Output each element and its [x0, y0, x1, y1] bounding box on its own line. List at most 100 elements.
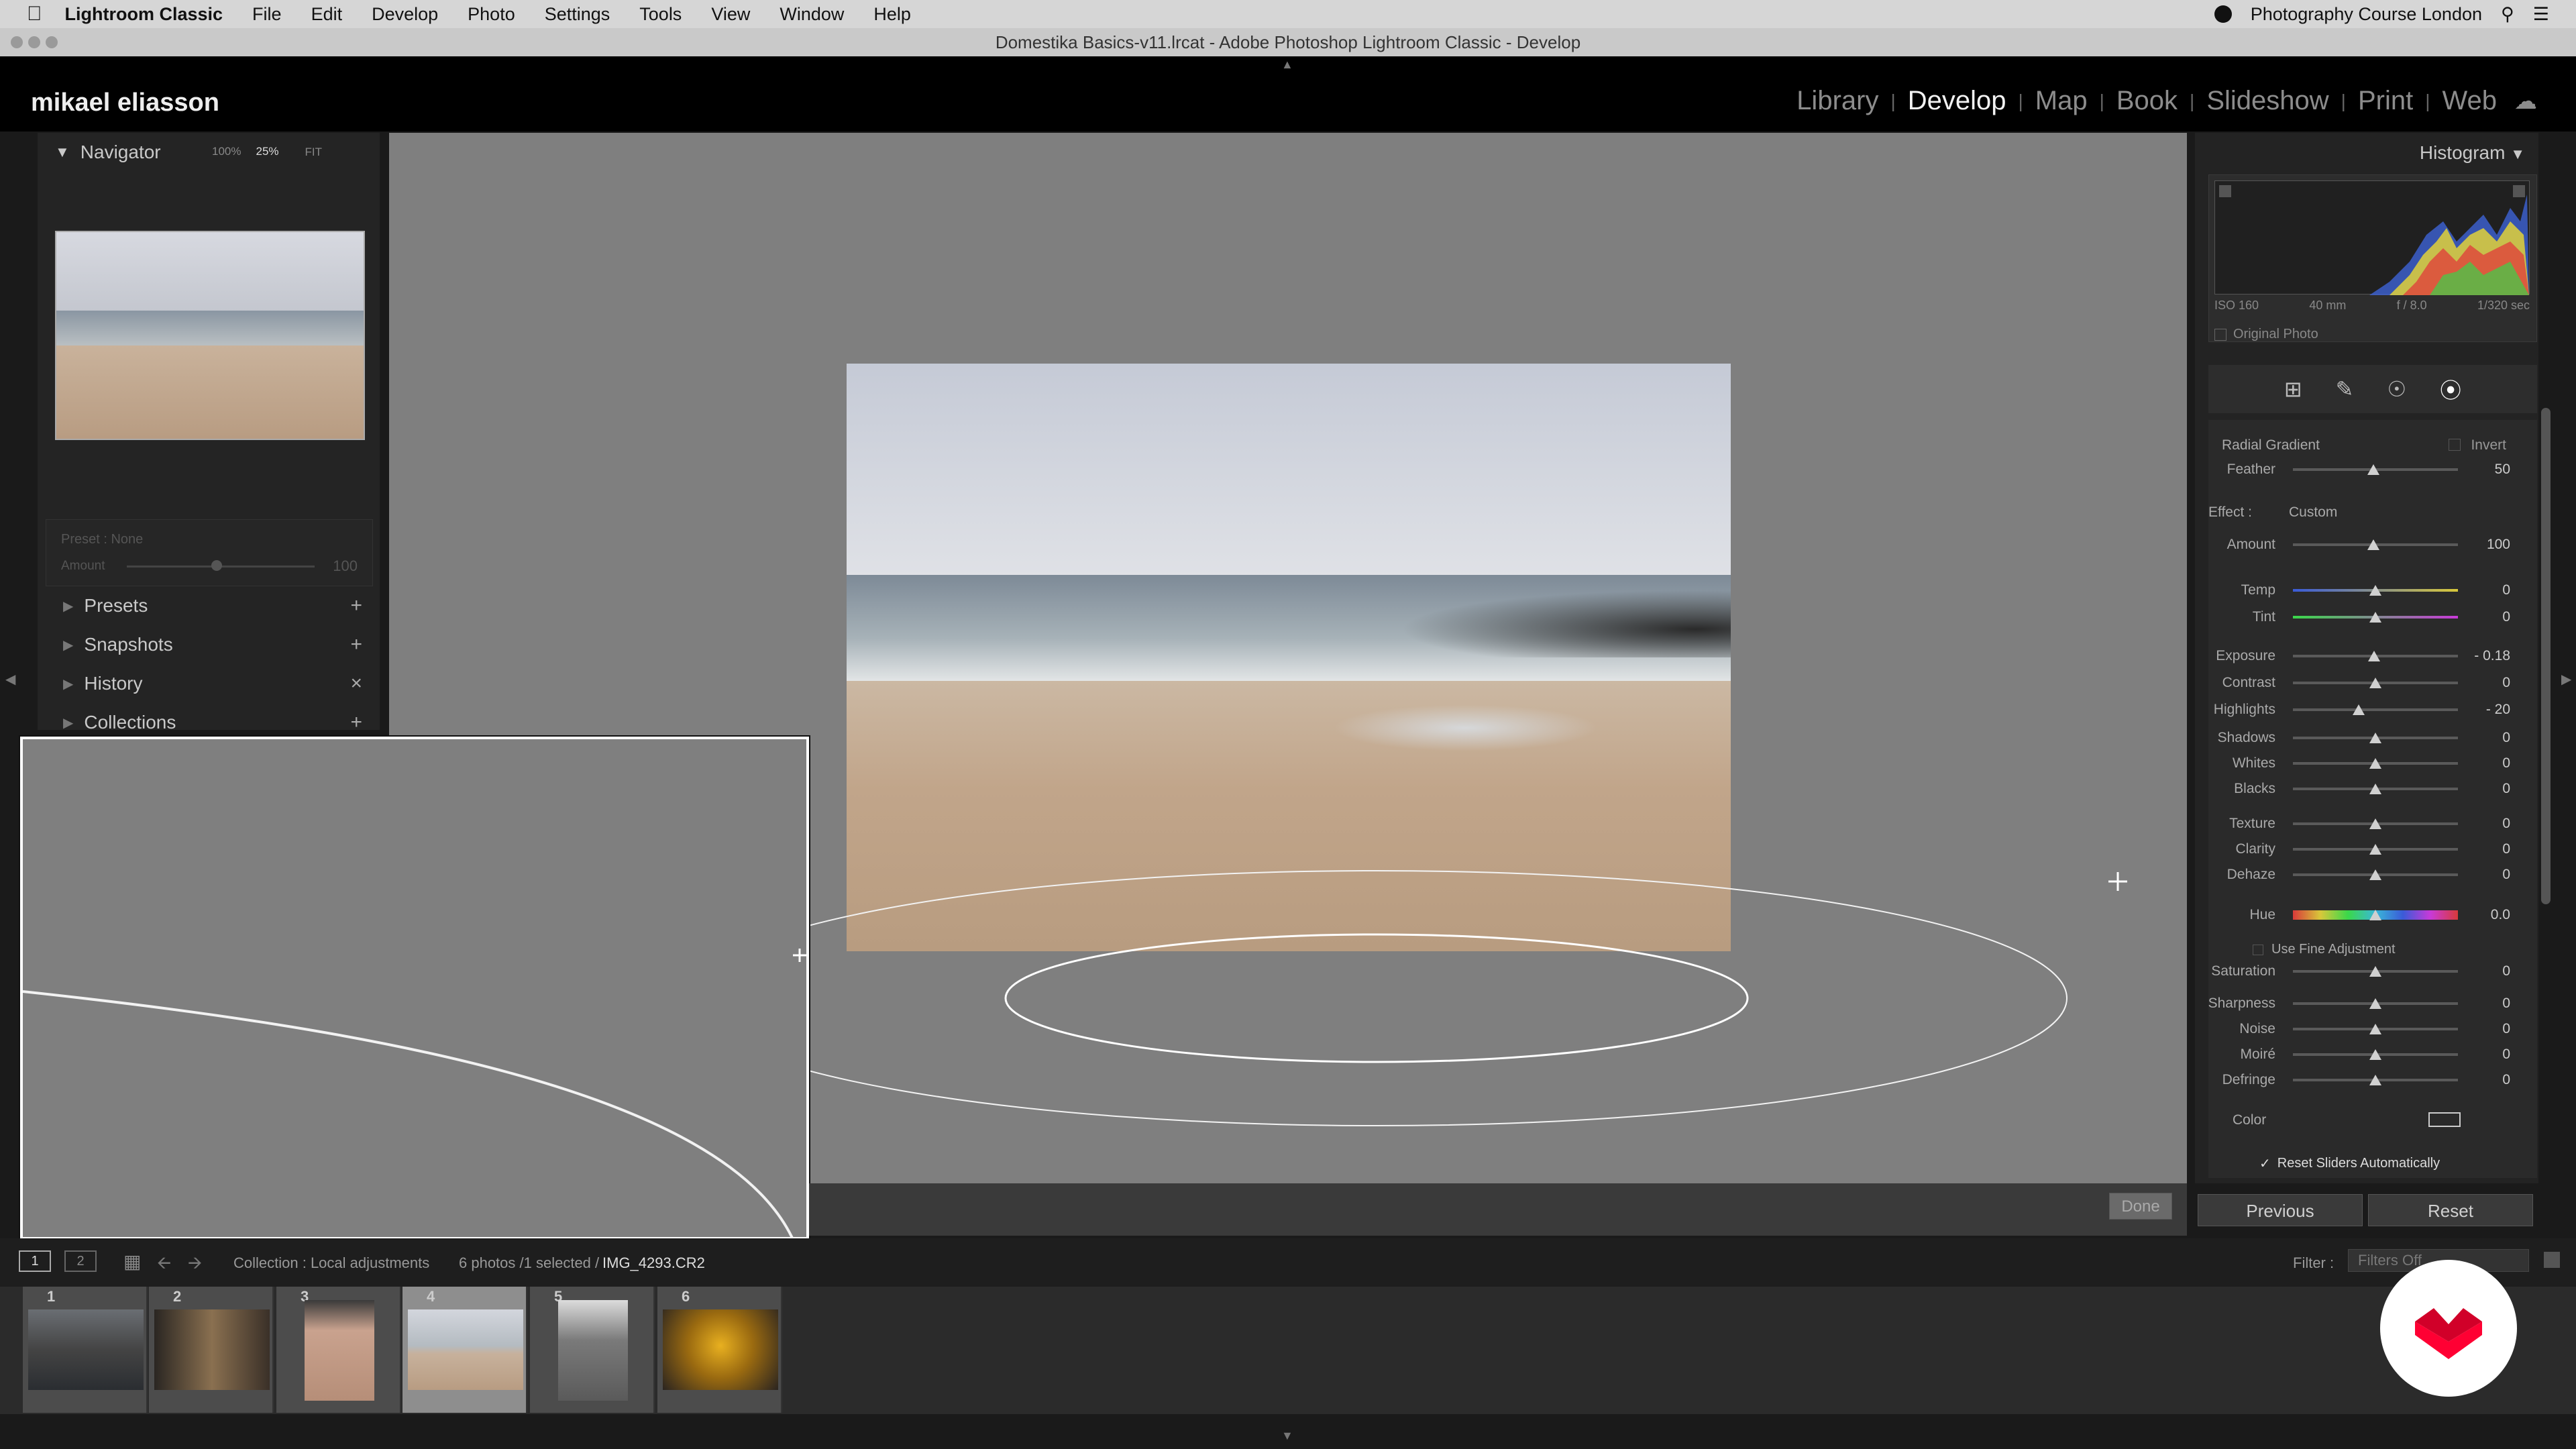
menu-tools[interactable]: Tools	[639, 4, 682, 25]
feather-slider[interactable]: Feather 50	[2195, 456, 2538, 482]
search-icon[interactable]: ⚲	[2501, 4, 2514, 25]
hue-slider[interactable]: Hue 0.0	[2195, 902, 2538, 927]
module-book[interactable]: Book	[2116, 86, 2178, 116]
slider-thumb[interactable]	[2369, 844, 2381, 855]
whites-value[interactable]: 0	[2502, 755, 2510, 771]
color-swatch[interactable]	[2428, 1112, 2461, 1127]
slider-thumb[interactable]	[2369, 869, 2381, 880]
slider-track[interactable]	[2293, 708, 2458, 711]
filter-lock-icon[interactable]	[2544, 1252, 2560, 1268]
menu-view[interactable]: View	[711, 4, 750, 25]
amount-value[interactable]: 100	[2487, 537, 2510, 553]
secondary-window-button[interactable]: 2	[64, 1250, 97, 1272]
slider-thumb[interactable]	[2367, 651, 2380, 661]
zoom-25[interactable]: 25%	[256, 145, 278, 158]
slider-thumb[interactable]	[2367, 539, 2379, 550]
add-collection-icon[interactable]: +	[350, 711, 362, 734]
done-button[interactable]: Done	[2109, 1193, 2172, 1220]
slider-thumb[interactable]	[2369, 678, 2381, 688]
menu-photo[interactable]: Photo	[468, 4, 515, 25]
top-panel-toggle-icon[interactable]: ▲	[1281, 58, 1293, 72]
crosshair-icon[interactable]	[2108, 872, 2127, 891]
texture-value[interactable]: 0	[2502, 816, 2510, 832]
list-icon[interactable]: ☰	[2533, 4, 2549, 25]
apple-icon[interactable]: 	[27, 3, 42, 25]
blacks-slider[interactable]: Blacks 0	[2195, 775, 2538, 801]
slider-thumb[interactable]	[2369, 784, 2381, 794]
slider-thumb[interactable]	[2369, 998, 2381, 1009]
temp-slider[interactable]: Temp 0	[2195, 577, 2538, 602]
sharpness-slider[interactable]: Sharpness 0	[2195, 990, 2538, 1016]
right-panel-toggle-icon[interactable]: ▶	[2561, 671, 2571, 688]
menu-window[interactable]: Window	[780, 4, 844, 25]
filmstrip-thumb[interactable]: 1	[23, 1287, 148, 1413]
menu-file[interactable]: File	[252, 4, 282, 25]
moire-slider[interactable]: Moiré 0	[2195, 1041, 2538, 1067]
filmstrip-thumb[interactable]: 2	[149, 1287, 274, 1413]
checkmark-icon[interactable]: ✓	[2259, 1155, 2271, 1172]
amount-slider[interactable]: Amount 100	[2195, 531, 2538, 557]
slider-thumb[interactable]	[2369, 585, 2381, 596]
noise-value[interactable]: 0	[2502, 1021, 2510, 1037]
hue-value[interactable]: 0.0	[2491, 907, 2510, 923]
back-arrow-icon[interactable]: 🡨	[157, 1250, 171, 1280]
defringe-value[interactable]: 0	[2502, 1072, 2510, 1088]
defringe-slider[interactable]: Defringe 0	[2195, 1067, 2538, 1092]
slider-thumb[interactable]	[2369, 966, 2381, 977]
right-panel-scrollbar[interactable]	[2541, 408, 2551, 904]
slider-thumb[interactable]	[2369, 758, 2381, 769]
bottom-panel-toggle-icon[interactable]: ▼	[1281, 1429, 1293, 1443]
module-map[interactable]: Map	[2035, 86, 2088, 116]
filmstrip-thumb-selected[interactable]: 4	[402, 1287, 527, 1413]
filmstrip-thumb[interactable]: 3	[276, 1287, 401, 1413]
menu-help[interactable]: Help	[873, 4, 911, 25]
clear-history-icon[interactable]: ×	[350, 672, 362, 695]
zoom-window-button[interactable]	[46, 36, 58, 48]
inner-ellipse[interactable]	[1004, 933, 1749, 1063]
blacks-value[interactable]: 0	[2502, 781, 2510, 797]
contrast-value[interactable]: 0	[2502, 675, 2510, 691]
module-print[interactable]: Print	[2358, 86, 2413, 116]
slider-thumb[interactable]	[2367, 464, 2379, 475]
module-slideshow[interactable]: Slideshow	[2206, 86, 2328, 116]
sharpness-value[interactable]: 0	[2502, 996, 2510, 1012]
fine-adjust-checkbox[interactable]	[2253, 944, 2263, 955]
zoom-fit[interactable]: FIT	[305, 146, 323, 159]
app-menu[interactable]: Lightroom Classic	[65, 4, 223, 25]
tint-value[interactable]: 0	[2502, 609, 2510, 625]
close-window-button[interactable]	[11, 36, 23, 48]
add-preset-icon[interactable]: +	[350, 594, 362, 617]
reset-button[interactable]: Reset	[2368, 1194, 2533, 1226]
highlights-slider[interactable]: Highlights - 20	[2195, 696, 2538, 722]
tint-slider[interactable]: Tint 0	[2195, 604, 2538, 629]
collection-source[interactable]: Collection : Local adjustments	[233, 1254, 429, 1272]
left-panel-toggle-icon[interactable]: ◀	[5, 671, 15, 688]
slider-thumb[interactable]	[2369, 1024, 2381, 1034]
moire-value[interactable]: 0	[2502, 1046, 2510, 1063]
loupe-zoom-overlay[interactable]	[19, 735, 810, 1241]
cloud-icon[interactable]: ☁	[2514, 88, 2537, 115]
slider-thumb[interactable]	[2369, 818, 2381, 829]
clarity-value[interactable]: 0	[2502, 841, 2510, 857]
exposure-slider[interactable]: Exposure - 0.18	[2195, 643, 2538, 668]
contrast-slider[interactable]: Contrast 0	[2195, 669, 2538, 695]
outer-ellipse[interactable]	[686, 870, 2068, 1126]
primary-window-button[interactable]: 1	[19, 1250, 51, 1272]
module-develop[interactable]: Develop	[1908, 86, 2006, 116]
dehaze-value[interactable]: 0	[2502, 867, 2510, 883]
snapshots-section[interactable]: ▶ Snapshots +	[46, 625, 373, 664]
slider-thumb[interactable]	[2369, 1075, 2381, 1085]
shadows-slider[interactable]: Shadows 0	[2195, 724, 2538, 750]
record-icon[interactable]	[2214, 5, 2232, 23]
grid-icon[interactable]: ▦	[123, 1250, 141, 1273]
presets-section[interactable]: ▶ Presets +	[46, 586, 373, 625]
filmstrip-thumb[interactable]: 5	[530, 1287, 655, 1413]
exposure-value[interactable]: - 0.18	[2474, 648, 2510, 664]
slider-thumb[interactable]	[2369, 733, 2381, 743]
menu-develop[interactable]: Develop	[372, 4, 438, 25]
selected-filename[interactable]: IMG_4293.CR2	[602, 1254, 705, 1272]
slider-thumb[interactable]	[2353, 704, 2365, 715]
forward-arrow-icon[interactable]: 🡪	[188, 1250, 202, 1280]
previous-button[interactable]: Previous	[2198, 1194, 2363, 1226]
slider-thumb[interactable]	[2369, 1049, 2381, 1060]
